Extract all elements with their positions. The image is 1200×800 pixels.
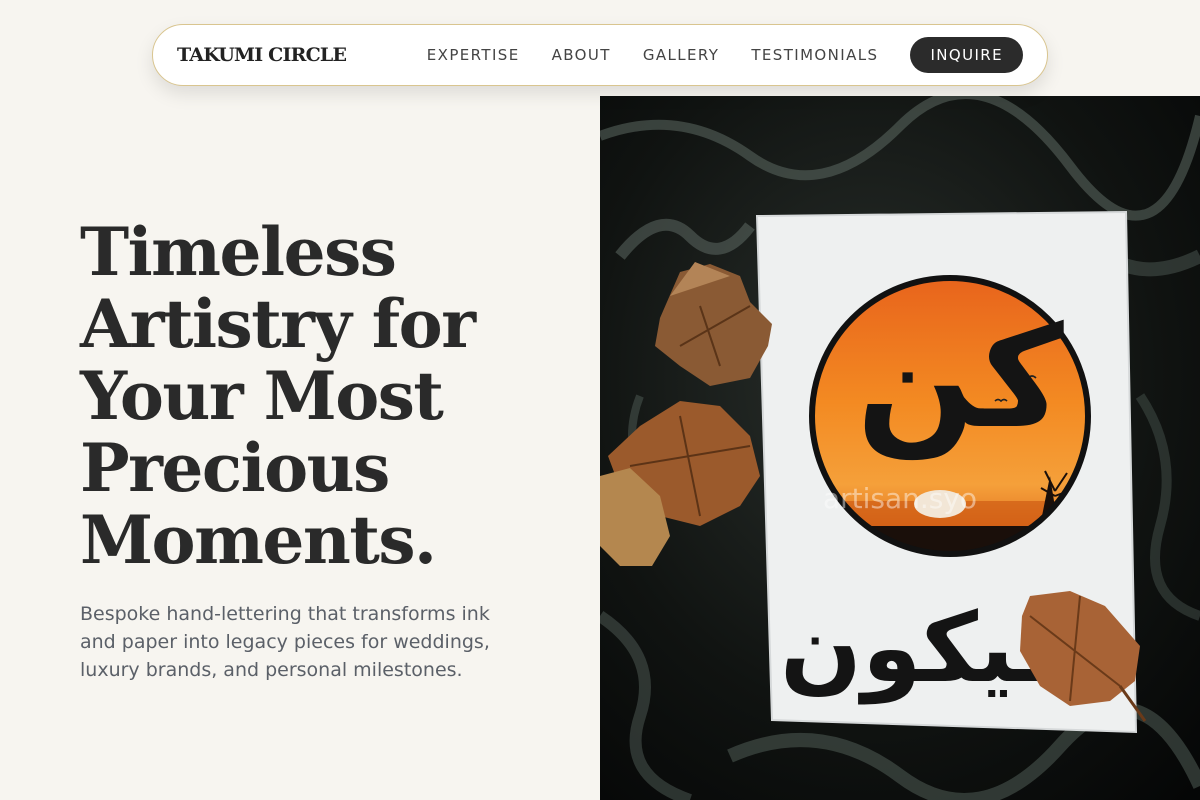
hero-title: Timeless Artistry for Your Most Precious…: [80, 213, 476, 579]
nav-link-about[interactable]: ABOUT: [552, 46, 611, 64]
inquire-button[interactable]: INQUIRE: [910, 37, 1023, 73]
site-logo[interactable]: TAKUMI CIRCLE: [177, 44, 347, 66]
top-nav: TAKUMI CIRCLE EXPERTISE ABOUT GALLERY TE…: [152, 24, 1048, 86]
calligraphy-top: كن: [856, 297, 1064, 460]
nav-link-expertise[interactable]: EXPERTISE: [427, 46, 520, 64]
artwork-illustration: كن فيكون artisan.syo: [600, 96, 1200, 800]
nav-link-gallery[interactable]: GALLERY: [643, 46, 720, 64]
hero-artwork-photo: كن فيكون artisan.syo: [600, 96, 1200, 800]
nav-links: EXPERTISE ABOUT GALLERY TESTIMONIALS INQ…: [427, 37, 1023, 73]
watermark-text: artisan.syo: [823, 482, 977, 515]
nav-link-testimonials[interactable]: TESTIMONIALS: [751, 46, 878, 64]
hero-subtitle: Bespoke hand-lettering that transforms i…: [80, 603, 490, 681]
